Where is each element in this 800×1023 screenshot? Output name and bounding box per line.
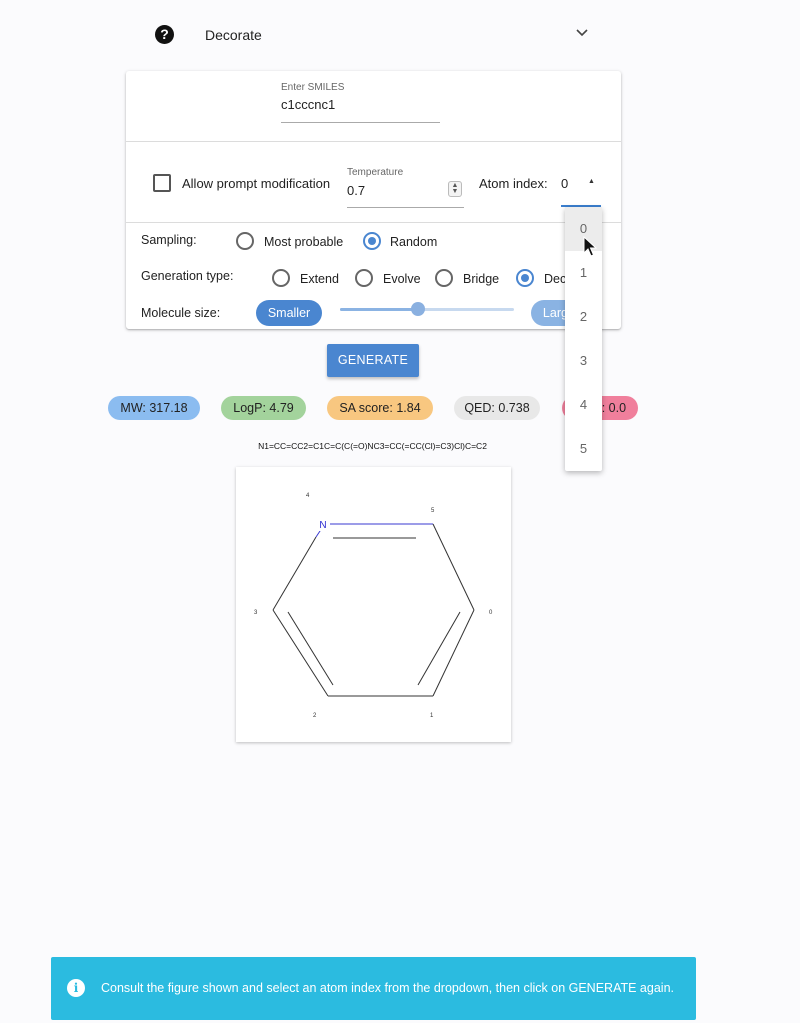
chevron-down-icon[interactable] (575, 28, 589, 38)
atom-index-select[interactable]: 0 (561, 176, 568, 191)
radio-extend[interactable] (272, 269, 290, 287)
radio-decorate[interactable] (516, 269, 534, 287)
molecule-figure: N 4 5 3 0 2 1 (236, 467, 511, 742)
bond (272, 536, 317, 611)
logp-chip: LogP: 4.79 (221, 396, 306, 420)
dropdown-option-2[interactable]: 2 (565, 295, 602, 339)
slider-thumb[interactable] (411, 302, 426, 316)
result-smiles: N1=CC=CC2=C1C=C(C(=O)NC3=CC(=CC(Cl)=C3)C… (258, 441, 487, 451)
mw-chip: MW: 317.18 (108, 396, 200, 420)
mouse-cursor-icon (583, 236, 597, 257)
slider-fill (340, 308, 419, 311)
bond (432, 523, 475, 611)
molecule-size-label: Molecule size: (141, 306, 221, 320)
nitrogen-atom-label: N (319, 520, 326, 531)
dropdown-option-5[interactable]: 5 (565, 427, 602, 471)
allow-prompt-label: Allow prompt modification (182, 176, 331, 191)
double-bond (417, 611, 461, 686)
sa-score-chip: SA score: 1.84 (327, 396, 433, 420)
generate-button[interactable]: GENERATE (327, 344, 419, 377)
allow-prompt-checkbox[interactable] (153, 174, 171, 192)
smiles-underline (281, 122, 440, 123)
atom-index-label: 0 (489, 610, 493, 616)
molecule-size-slider[interactable] (340, 302, 514, 316)
radio-bridge-label: Bridge (463, 272, 500, 286)
generation-type-label: Generation type: (141, 269, 234, 283)
smiles-label: Enter SMILES (281, 82, 345, 93)
atom-index-label: 5 (431, 508, 435, 514)
header-title: Decorate (205, 27, 262, 43)
radio-random[interactable] (363, 232, 381, 250)
info-icon: i (67, 979, 85, 997)
divider (126, 141, 621, 142)
atom-index-label: 1 (430, 713, 434, 719)
qed-chip: QED: 0.738 (454, 396, 540, 420)
radio-most-probable[interactable] (236, 232, 254, 250)
accordion-header[interactable]: ? Decorate (0, 0, 800, 70)
atom-index-label: 4 (306, 493, 310, 499)
radio-bridge[interactable] (435, 269, 453, 287)
temperature-label: Temperature (347, 167, 404, 178)
bond (272, 609, 329, 697)
dropdown-option-4[interactable]: 4 (565, 383, 602, 427)
radio-random-label: Random (390, 235, 438, 249)
atom-index-label: Atom index: (479, 176, 548, 191)
atom-index-label: 2 (313, 713, 317, 719)
options-card: Enter SMILES c1cccnc1 Allow prompt modif… (126, 71, 621, 329)
temperature-input[interactable]: 0.7 (347, 183, 365, 198)
info-snackbar: i Consult the figure shown and select an… (51, 957, 696, 1020)
divider (126, 222, 621, 223)
caret-icon[interactable]: ▲ (588, 178, 595, 185)
smaller-button[interactable]: Smaller (256, 300, 322, 326)
radio-most-probable-label: Most probable (264, 235, 344, 249)
smiles-input[interactable]: c1cccnc1 (281, 97, 335, 112)
temperature-underline (347, 207, 464, 208)
help-icon[interactable]: ? (155, 25, 174, 44)
double-bond (287, 611, 334, 686)
dropdown-option-3[interactable]: 3 (565, 339, 602, 383)
radio-evolve-label: Evolve (383, 272, 421, 286)
radio-extend-label: Extend (300, 272, 339, 286)
snackbar-message: Consult the figure shown and select an a… (101, 981, 674, 995)
molecule-svg: N 4 5 3 0 2 1 (254, 493, 493, 719)
atom-index-label: 3 (254, 610, 258, 616)
temperature-stepper[interactable]: ▲ ▼ (448, 181, 462, 197)
radio-evolve[interactable] (355, 269, 373, 287)
sampling-label: Sampling: (141, 233, 197, 247)
